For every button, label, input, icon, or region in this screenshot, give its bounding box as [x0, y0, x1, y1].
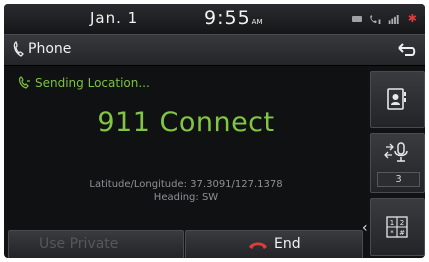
- keypad-button[interactable]: 1 2 * #: [370, 198, 425, 256]
- page-title: Phone: [28, 41, 72, 57]
- call-label: 911 Connect: [97, 107, 275, 138]
- mute-mic-icon: [384, 142, 408, 162]
- sending-status: Sending Location...: [18, 76, 150, 90]
- mute-button[interactable]: 3: [370, 133, 425, 193]
- mute-value: 3: [377, 172, 420, 187]
- status-bar: Jan. 1 9:55AM ✱: [4, 4, 425, 34]
- back-button[interactable]: [393, 39, 419, 61]
- svg-text:*: *: [390, 229, 394, 237]
- status-date: Jan. 1: [90, 9, 139, 27]
- use-private-label: Use Private: [39, 236, 119, 252]
- svg-text:#: #: [399, 229, 405, 237]
- phone-handset-icon: [13, 41, 24, 57]
- sending-status-text: Sending Location...: [35, 76, 150, 90]
- signal-strength-icon: [388, 14, 399, 24]
- lat-long: Latitude/Longitude: 37.3091/127.1378: [89, 179, 283, 190]
- phone-screen: Jan. 1 9:55AM ✱ Phone Sending Location..…: [4, 4, 425, 258]
- side-button-column: 3 1 2 * #: [370, 66, 425, 258]
- recording-icon: ✱: [407, 12, 417, 25]
- keypad-icon: 1 2 * #: [386, 216, 408, 238]
- status-time: 9:55AM: [204, 7, 263, 29]
- sending-handset-icon: [19, 76, 30, 89]
- contacts-button[interactable]: [370, 71, 425, 128]
- end-call-button[interactable]: End: [185, 230, 363, 258]
- end-call-icon: [249, 242, 267, 249]
- header-bar: Phone: [4, 34, 425, 66]
- status-ampm: AM: [251, 18, 263, 26]
- call-info-panel: Sending Location... 911 Connect Latitude…: [4, 66, 368, 229]
- use-private-button[interactable]: Use Private: [8, 230, 184, 258]
- svg-text:1: 1: [390, 219, 394, 227]
- status-icons: ✱: [351, 12, 417, 25]
- heading: Heading: SW: [153, 192, 219, 203]
- contacts-icon: [387, 88, 406, 110]
- battery-icon: [351, 16, 362, 22]
- svg-text:2: 2: [400, 219, 404, 227]
- end-label: End: [274, 236, 301, 252]
- phone-connected-icon: [370, 14, 381, 24]
- status-time-value: 9:55: [204, 7, 251, 29]
